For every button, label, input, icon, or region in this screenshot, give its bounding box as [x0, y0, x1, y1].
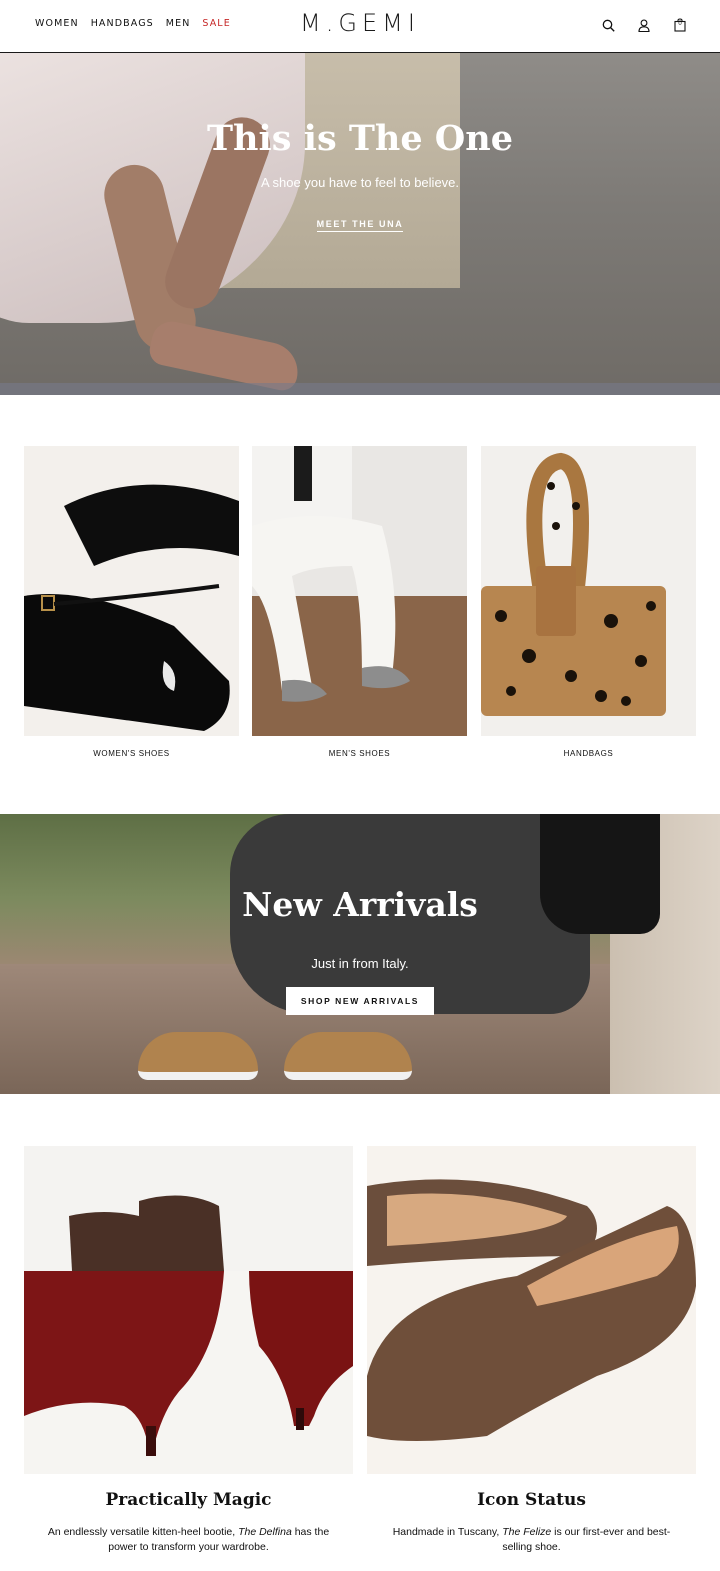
- category-label[interactable]: HANDBAGS: [481, 749, 696, 758]
- bag-icon[interactable]: 0: [672, 16, 688, 34]
- hero-link-wrap: MEET THE UNA: [0, 214, 720, 232]
- feature-desc-product: The Delfina: [238, 1526, 292, 1538]
- account-icon[interactable]: [636, 16, 652, 34]
- bag-count: 0: [678, 21, 682, 27]
- meet-the-una-link[interactable]: MEET THE UNA: [316, 219, 404, 232]
- hero-title: This is The One: [206, 118, 513, 159]
- category-mens-shoes-image[interactable]: [252, 446, 467, 736]
- hero-image-shoe: [146, 317, 304, 394]
- hero-subtitle: A shoe you have to feel to believe.: [260, 175, 460, 190]
- feature-felize-image[interactable]: [367, 1146, 696, 1474]
- new-arrivals-subtitle: Just in from Italy.: [311, 956, 409, 971]
- feature-delfina-image[interactable]: [24, 1146, 353, 1474]
- feature-desc-text: An endlessly versatile kitten-heel booti…: [47, 1526, 239, 1538]
- header-icons: 0: [600, 16, 688, 34]
- hero-image-bottom-strip: [0, 383, 720, 395]
- feature-description: Handmade in Tuscany, The Felize is our f…: [367, 1525, 696, 1555]
- category-label[interactable]: MEN'S SHOES: [252, 749, 467, 758]
- site-header: WOMEN HANDBAGS MEN SALE M.GEMI 0: [0, 0, 720, 53]
- feature-desc-text: Handmade in Tuscany,: [392, 1526, 503, 1538]
- category-handbags-image[interactable]: [481, 446, 696, 736]
- arrivals-image-sneaker: [138, 1032, 258, 1080]
- feature-title: Icon Status: [477, 1490, 586, 1510]
- arrivals-image-sneaker: [284, 1032, 412, 1080]
- category-label[interactable]: WOMEN'S SHOES: [24, 749, 239, 758]
- search-icon[interactable]: [600, 16, 616, 34]
- feature-title: Practically Magic: [105, 1490, 272, 1510]
- shop-new-arrivals-button[interactable]: SHOP NEW ARRIVALS: [286, 987, 434, 1015]
- new-arrivals-title: New Arrivals: [242, 885, 478, 924]
- category-womens-shoes-image[interactable]: [24, 446, 239, 736]
- new-arrivals-banner: [0, 814, 720, 1094]
- feature-description: An endlessly versatile kitten-heel booti…: [24, 1525, 353, 1555]
- feature-desc-product: The Felize: [502, 1526, 552, 1538]
